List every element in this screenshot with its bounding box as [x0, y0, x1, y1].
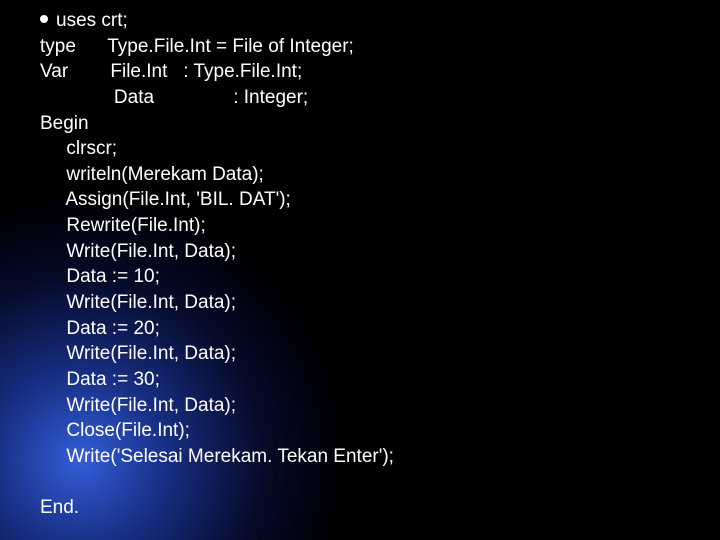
code-line-15: Data := 30;	[40, 369, 160, 390]
code-line-5: Begin	[40, 113, 89, 134]
bullet-icon	[40, 15, 48, 23]
code-line-9: Rewrite(File.Int);	[40, 215, 206, 236]
code-line-12: Write(File.Int, Data);	[40, 292, 236, 313]
slide: uses crt; type Type.File.Int = File of I…	[0, 0, 720, 540]
code-block: uses crt; type Type.File.Int = File of I…	[40, 8, 700, 521]
code-line-18: Write('Selesai Merekam. Tekan Enter');	[40, 446, 394, 467]
code-line-4: Data : Integer;	[40, 87, 308, 108]
code-line-3: Var File.Int : Type.File.Int;	[40, 61, 302, 82]
code-line-13: Data := 20;	[40, 318, 160, 339]
code-line-11: Data := 10;	[40, 266, 160, 287]
code-line-7: writeln(Merekam Data);	[40, 164, 264, 185]
code-line-10: Write(File.Int, Data);	[40, 241, 236, 262]
code-line-2: type Type.File.Int = File of Integer;	[40, 36, 354, 57]
code-line-16: Write(File.Int, Data);	[40, 395, 236, 416]
code-line-17: Close(File.Int);	[40, 420, 190, 441]
code-line-20: End.	[40, 497, 79, 518]
code-line-1: uses crt;	[56, 10, 128, 31]
code-line-6: clrscr;	[40, 138, 117, 159]
code-line-14: Write(File.Int, Data);	[40, 343, 236, 364]
code-line-8: Assign(File.Int, 'BIL. DAT');	[40, 189, 291, 210]
